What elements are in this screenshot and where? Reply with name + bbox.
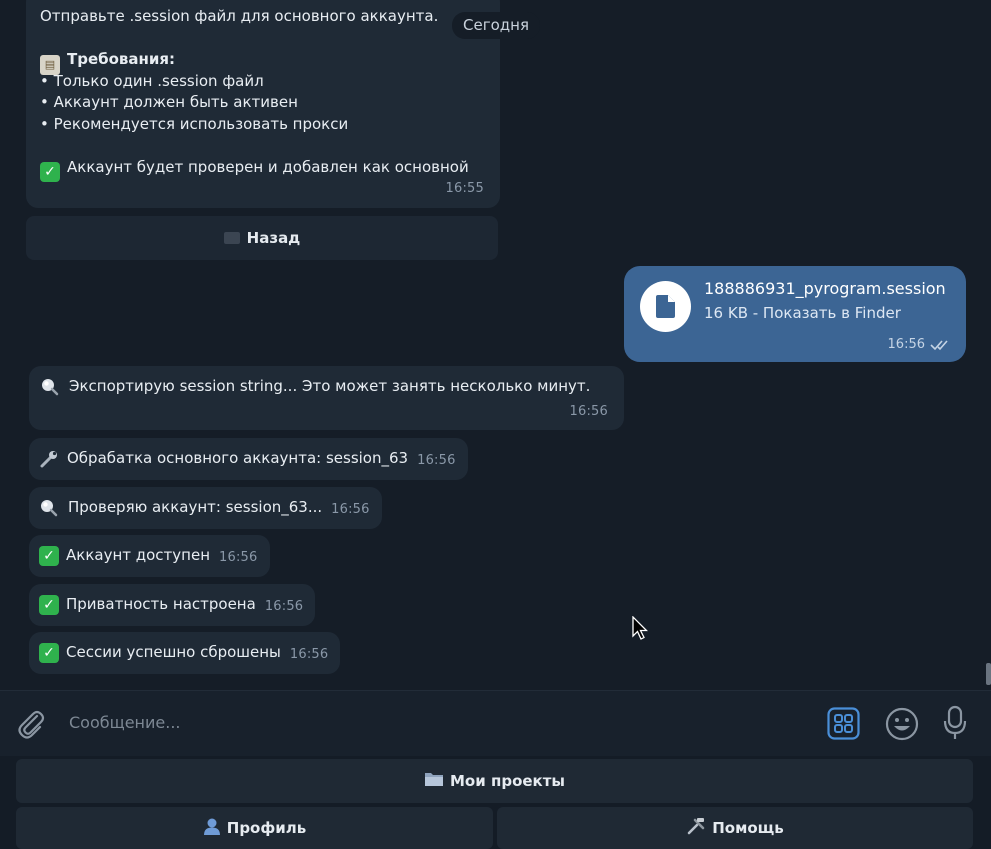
file-name: 188886931_pyrogram.session <box>704 279 946 298</box>
my-projects-button[interactable]: Мои проекты <box>16 759 973 803</box>
tools-icon <box>686 817 706 839</box>
date-badge: Сегодня <box>452 12 540 39</box>
file-meta[interactable]: 16 KB - Показать в Finder <box>704 304 901 322</box>
folder-icon <box>424 771 444 791</box>
back-button[interactable]: Назад <box>26 216 498 260</box>
emoji-icon[interactable] <box>885 707 919 741</box>
process-text: Обрабатка основного аккаунта: session_63 <box>67 449 409 468</box>
process-message: Обрабатка основного аккаунта: session_63… <box>29 438 468 480</box>
message-time: 16:56 <box>331 502 370 518</box>
person-icon <box>203 817 221 839</box>
message-time: 16:56 <box>569 403 608 419</box>
privacy-text: Приватность настроена <box>66 595 256 614</box>
privacy-message: ✓ Приватность настроена 16:56 <box>29 584 316 626</box>
help-button[interactable]: Помощь <box>497 807 973 849</box>
export-text: Экспортирую session string... Это может … <box>69 377 591 396</box>
requirement-2: • Аккаунт должен быть активен <box>40 93 298 111</box>
available-message: ✓ Аккаунт доступен 16:56 <box>29 535 270 577</box>
file-icon[interactable] <box>640 281 691 332</box>
bot-menu-icon[interactable] <box>827 707 860 740</box>
file-message[interactable]: 188886931_pyrogram.session 16 KB - Показ… <box>624 266 966 362</box>
intro-line: Отправьте .session файл для основного ак… <box>40 7 439 25</box>
message-time: 16:56 <box>417 453 456 469</box>
attach-icon[interactable] <box>16 707 46 741</box>
message-time: 16:56 <box>264 599 304 615</box>
my-projects-label: Мои проекты <box>450 772 565 790</box>
back-icon <box>223 232 240 244</box>
export-message: Экспортирую session string... Это может … <box>29 366 624 430</box>
back-button-label: Назад <box>246 229 301 247</box>
check-icon: ✓ <box>39 595 59 615</box>
read-ticks-icon <box>930 339 948 350</box>
search-icon <box>39 498 58 518</box>
intro-message: Отправьте .session файл для основного ак… <box>26 0 500 208</box>
requirement-1: • Только один .session файл <box>40 71 264 90</box>
message-composer: Сообщение... <box>0 690 991 756</box>
available-text: Аккаунт доступен <box>66 546 211 565</box>
scrollbar[interactable] <box>986 663 991 685</box>
message-time: 16:55 <box>445 180 484 196</box>
help-label: Помощь <box>712 819 784 837</box>
requirement-3: • Рекомендуется использовать прокси <box>40 114 349 133</box>
mouse-cursor-icon <box>632 616 648 640</box>
sessions-text: Сессии успешно сброшены <box>66 643 281 662</box>
sessions-message: ✓ Сессии успешно сброшены 16:56 <box>29 632 341 674</box>
check-icon: ✓ <box>39 643 59 663</box>
mic-icon[interactable] <box>943 705 967 741</box>
profile-label: Профиль <box>226 819 307 837</box>
intro-result: Аккаунт будет проверен и добавлен как ос… <box>67 157 469 176</box>
check-icon: ✓ <box>39 546 59 566</box>
search-icon <box>40 377 59 397</box>
reply-keyboard: Мои проекты Профиль Помощь <box>0 756 991 849</box>
check-message: Проверяю аккаунт: session_63... 16:56 <box>29 487 382 529</box>
message-time: 16:56 <box>887 337 925 352</box>
chat-area: Отправьте .session файл для основного ак… <box>0 0 991 690</box>
message-input[interactable]: Сообщение... <box>69 713 181 732</box>
message-time: 16:56 <box>289 647 329 663</box>
profile-button[interactable]: Профиль <box>16 807 493 849</box>
check-text: Проверяю аккаунт: session_63... <box>68 498 323 517</box>
message-time: 16:56 <box>219 550 258 566</box>
wrench-icon <box>39 449 59 469</box>
requirements-title: Требования: <box>67 50 176 68</box>
check-icon: ✓ <box>40 161 60 182</box>
